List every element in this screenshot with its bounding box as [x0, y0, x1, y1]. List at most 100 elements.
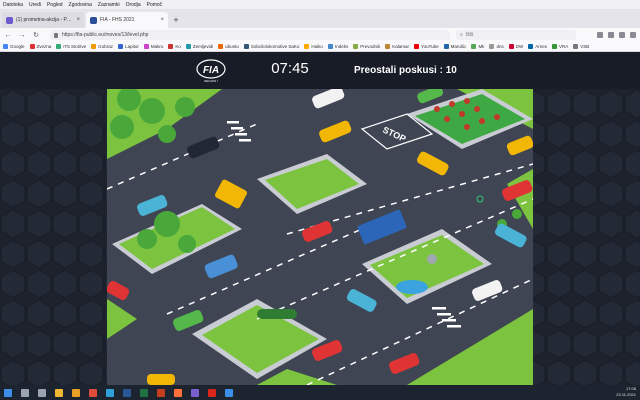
- bookmark[interactable]: Arnes: [528, 44, 547, 49]
- search-bar[interactable]: ⌕ Išči: [456, 30, 576, 40]
- tab-favicon-icon: [6, 16, 13, 24]
- lock-icon: [54, 32, 58, 38]
- folder-icon[interactable]: [72, 388, 80, 397]
- bookmark-icon: [353, 44, 359, 49]
- tab-prometna-akcija[interactable]: (1) prometna-akcija - Preprost ×: [2, 12, 84, 28]
- tab-label: (1) prometna-akcija - Preprost: [16, 17, 74, 23]
- search-icon[interactable]: [21, 388, 29, 397]
- tab-fia-fhs[interactable]: FIA - FHS 2021 ×: [86, 12, 168, 28]
- bookmark-icon: [91, 44, 97, 49]
- bookmark[interactable]: Lapitor: [118, 44, 139, 49]
- bookmarks-bar: Google Zvezna IT5 Storitve Izobraz Lapit…: [0, 42, 640, 52]
- file-explorer-icon[interactable]: [55, 388, 63, 397]
- clock-date: 23.11.2021: [616, 392, 636, 397]
- menu-help[interactable]: Pomoč: [147, 2, 163, 8]
- firefox-icon[interactable]: [174, 388, 182, 397]
- back-button[interactable]: ←: [4, 32, 12, 39]
- fia-logo-subtitle: REGION I: [204, 79, 218, 83]
- chrome-icon[interactable]: [89, 388, 97, 397]
- menu-file[interactable]: Datoteka: [3, 2, 23, 8]
- bookmark[interactable]: VSB: [573, 44, 589, 49]
- fia-logo: FIA REGION I: [196, 59, 226, 83]
- url-text: https://fia-public.eu/moves/13/level.php: [62, 32, 149, 38]
- powerpoint-icon[interactable]: [157, 388, 165, 397]
- tab-strip: (1) prometna-akcija - Preprost × FIA - F…: [0, 9, 640, 28]
- library-icon[interactable]: [608, 32, 614, 38]
- car-yellow-bottom[interactable]: [147, 374, 175, 385]
- fountain-statue: [427, 254, 437, 264]
- bookmark[interactable]: Kalamar: [385, 44, 409, 49]
- bookmark-icon: [573, 44, 579, 49]
- bookmark-icon: [243, 44, 249, 49]
- bookmark[interactable]: DW: [508, 44, 523, 49]
- bookmark-icon: [218, 44, 224, 49]
- bookmark-icon: [528, 44, 534, 49]
- bookmark-icon: [489, 44, 495, 49]
- task-view-icon[interactable]: [38, 388, 46, 397]
- menu-tools[interactable]: Orodja: [126, 2, 141, 8]
- bookmark[interactable]: Sobcilolokomotive SaKo: [243, 44, 299, 49]
- reload-button[interactable]: ↻: [32, 31, 40, 39]
- bookmark-icon: [168, 44, 174, 49]
- google-icon: [3, 44, 8, 49]
- bookmark[interactable]: dns: [489, 44, 504, 49]
- close-icon[interactable]: ×: [76, 17, 80, 23]
- bookmark-icon: [327, 44, 333, 49]
- extensions-icon[interactable]: [619, 32, 625, 38]
- bookmark-icon: [385, 44, 391, 49]
- bookmark[interactable]: ubuntu: [218, 44, 239, 49]
- countdown-timer: 07:45: [271, 60, 309, 77]
- bush-row: [257, 309, 297, 319]
- excel-icon[interactable]: [140, 388, 148, 397]
- app-icon[interactable]: [191, 388, 199, 397]
- menu-edit[interactable]: Uredi: [29, 2, 41, 8]
- bookmark[interactable]: IT5 Storitve: [56, 44, 86, 49]
- bookmark-icon: [551, 44, 557, 49]
- menu-view[interactable]: Pogled: [47, 2, 63, 8]
- fia-logo-text: FIA: [203, 65, 219, 76]
- menu-bar: Datoteka Uredi Pogled Zgodovina Zaznamki…: [0, 0, 640, 9]
- bookmark[interactable]: Haiko: [304, 44, 323, 49]
- bookmark-icon: [185, 44, 191, 49]
- bookmark[interactable]: Zvezna: [29, 44, 51, 49]
- bookmark[interactable]: VRA: [551, 44, 568, 49]
- bookmark[interactable]: Izobraz: [91, 44, 113, 49]
- bookmark-icon: [508, 44, 514, 49]
- menu-bookmarks[interactable]: Zaznamki: [98, 2, 120, 8]
- hamburger-menu-icon[interactable]: [630, 32, 636, 38]
- search-icon: ⌕: [460, 32, 463, 38]
- forward-button[interactable]: →: [18, 32, 26, 39]
- acrobat-icon[interactable]: [208, 388, 216, 397]
- nav-bar: ← → ↻ https://fia-public.eu/moves/13/lev…: [0, 28, 640, 42]
- city-map[interactable]: STOP: [107, 89, 533, 385]
- bookmark-icon: [56, 44, 62, 49]
- bookmark[interactable]: Zemljevidi: [185, 44, 213, 49]
- menu-history[interactable]: Zgodovina: [69, 2, 92, 8]
- bookmark-icon: [118, 44, 124, 49]
- bookmark[interactable]: Indeks: [327, 44, 348, 49]
- bookmark[interactable]: Makro: [143, 44, 163, 49]
- bookmark[interactable]: Marušic: [443, 44, 466, 49]
- tab-label: FIA - FHS 2021: [100, 17, 135, 23]
- pond: [396, 280, 428, 294]
- remaining-attempts: Preostali poskusi : 10: [354, 65, 457, 76]
- bookmark[interactable]: Prevodnik: [353, 44, 380, 49]
- system-clock[interactable]: 17:08 23.11.2021: [616, 386, 636, 398]
- close-icon[interactable]: ×: [160, 17, 164, 23]
- bookmark[interactable]: Ko: [168, 44, 181, 49]
- app-icon[interactable]: [225, 388, 233, 397]
- downloads-icon[interactable]: [597, 32, 603, 38]
- word-icon[interactable]: [123, 388, 131, 397]
- bookmark[interactable]: Google: [3, 44, 25, 49]
- bookmark-icon: [29, 44, 35, 49]
- bookmark-icon: [304, 44, 310, 49]
- bookmark[interactable]: YouTube: [413, 44, 439, 49]
- windows-start-icon[interactable]: [4, 388, 12, 397]
- bookmark-icon: [443, 44, 449, 49]
- bookmark-icon: [471, 44, 477, 49]
- url-bar[interactable]: https://fia-public.eu/moves/13/level.php: [50, 30, 450, 40]
- new-tab-button[interactable]: +: [170, 12, 182, 28]
- bookmark-icon: [143, 44, 149, 49]
- edge-icon[interactable]: [106, 388, 114, 397]
- bookmark[interactable]: Mk: [471, 44, 484, 49]
